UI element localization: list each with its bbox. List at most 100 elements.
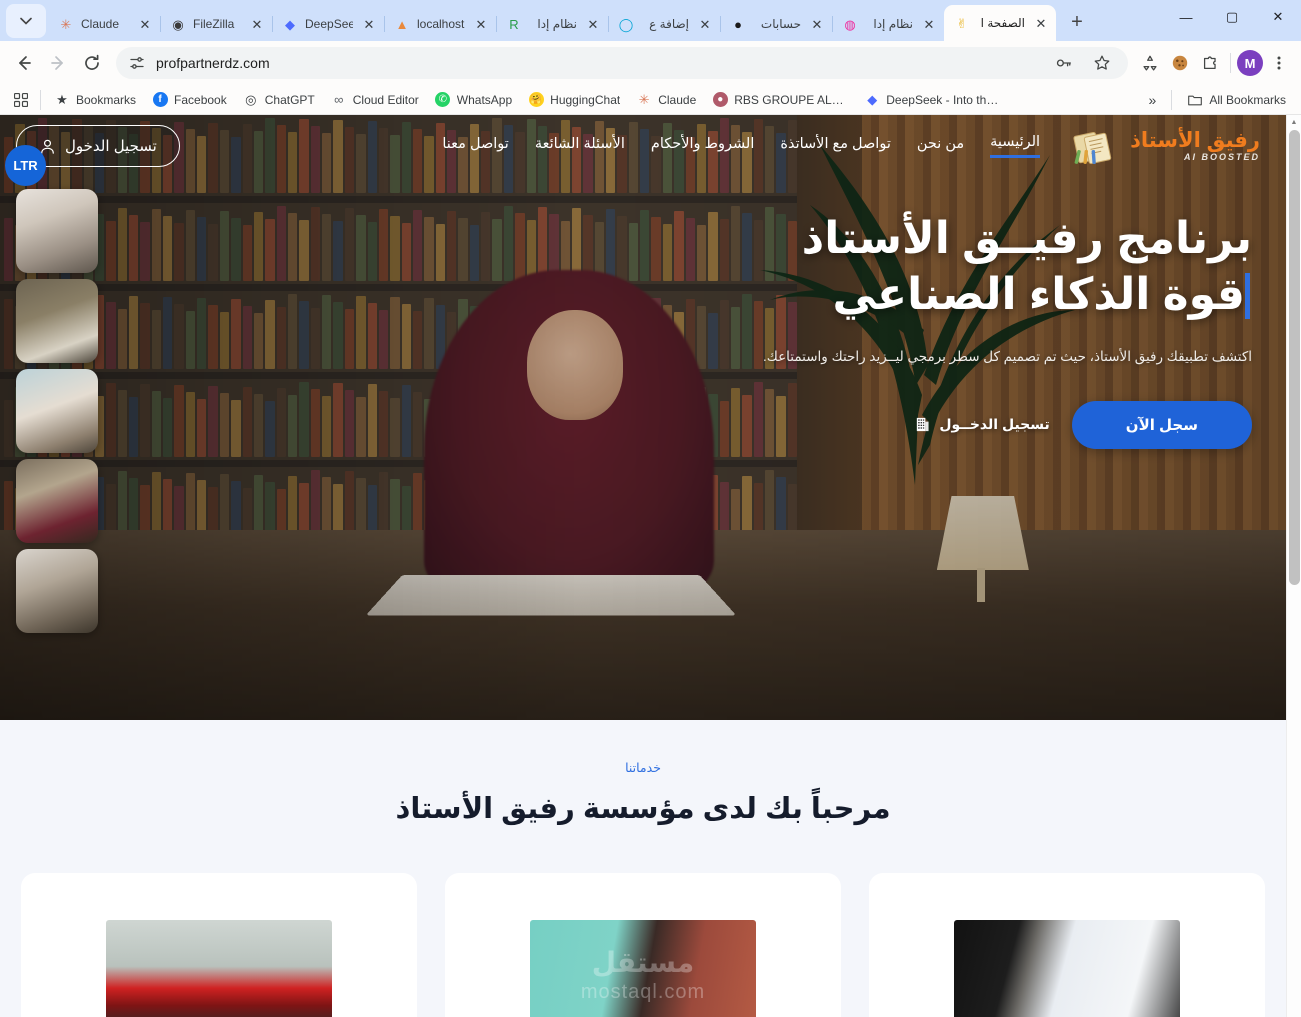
- url-text[interactable]: profpartnerdz.com: [156, 55, 270, 71]
- bookmark-label: WhatsApp: [456, 92, 513, 107]
- nav-link[interactable]: الأسئلة الشائعة: [535, 136, 625, 157]
- bookmark-item[interactable]: f Facebook: [145, 89, 234, 111]
- tab-close-button[interactable]: ✕: [136, 15, 154, 33]
- bookmarks-divider: [40, 89, 41, 110]
- all-bookmarks-button[interactable]: All Bookmarks: [1180, 89, 1293, 111]
- tab-close-button[interactable]: ✕: [472, 15, 490, 33]
- nav-link[interactable]: الشروط والأحكام: [651, 136, 755, 157]
- toolbar-divider: [1230, 53, 1231, 73]
- tab-search-button[interactable]: [6, 4, 46, 38]
- bookmark-item[interactable]: ✳ Claude: [629, 89, 703, 111]
- register-now-button[interactable]: سجل الآن: [1071, 400, 1252, 449]
- card-laptop[interactable]: [869, 873, 1265, 1017]
- minimize-button[interactable]: —: [1163, 0, 1209, 34]
- site-settings-icon[interactable]: [128, 54, 146, 72]
- logo-tagline: AI BOOSTED: [1183, 152, 1260, 162]
- bookmark-label: Facebook: [174, 92, 227, 107]
- forward-button[interactable]: [42, 47, 74, 79]
- scroll-up-button[interactable]: ▲: [1287, 115, 1301, 130]
- hero-login-button[interactable]: تسجيل الدخــول: [914, 416, 1050, 433]
- tab-close-button[interactable]: ✕: [1032, 14, 1050, 32]
- page-scrollbar[interactable]: ▲: [1286, 115, 1301, 1017]
- maximize-button[interactable]: ▢: [1209, 0, 1255, 34]
- scrollbar-thumb[interactable]: [1289, 130, 1300, 585]
- thumb-3[interactable]: [16, 369, 98, 453]
- browser-tab[interactable]: ◯ إضافة ع ✕: [608, 7, 720, 41]
- tab-close-button[interactable]: ✕: [920, 15, 938, 33]
- tab-title: Claude: [81, 17, 120, 31]
- thumb-5[interactable]: [16, 549, 98, 633]
- bookmark-star-icon[interactable]: [1088, 49, 1116, 77]
- tab-close-button[interactable]: ✕: [808, 15, 826, 33]
- tab-title: FileZilla: [193, 17, 235, 31]
- page-viewport: رفيق الأستاذ AI BOOSTED الرئيسية من نحن …: [0, 115, 1301, 1017]
- tune-icon: [130, 57, 144, 69]
- bookmark-item[interactable]: 🤗 HuggingChat: [521, 89, 627, 111]
- phpmyadmin-icon: ▲: [395, 16, 409, 32]
- browser-tab[interactable]: ◍ نظام إدا ✕: [832, 7, 944, 41]
- chatgpt-icon: ◎: [245, 91, 257, 107]
- extensions-button[interactable]: [1196, 49, 1224, 77]
- site-navbar: رفيق الأستاذ AI BOOSTED الرئيسية من نحن …: [0, 115, 1286, 177]
- deepseek-icon: ◆: [867, 91, 878, 107]
- nav-link[interactable]: تواصل معنا: [442, 136, 508, 157]
- chrome-menu-button[interactable]: [1265, 49, 1293, 77]
- nav-link[interactable]: تواصل مع الأساتذة: [780, 136, 891, 157]
- sync-icon-button[interactable]: [1136, 49, 1164, 77]
- bookmark-item[interactable]: ◆ DeepSeek - Into the…: [857, 89, 1007, 111]
- omnibox-actions: [1050, 49, 1116, 77]
- bookmark-item[interactable]: ✆ WhatsApp: [428, 89, 519, 111]
- bookmarks-divider-2: [1171, 89, 1173, 110]
- card-cyclist[interactable]: [21, 873, 417, 1017]
- browser-tab[interactable]: ✌ الصفحة ا ✕: [944, 5, 1056, 41]
- folder-glyph: [1188, 95, 1203, 105]
- cookie-icon-button[interactable]: [1166, 49, 1194, 77]
- card-portrait[interactable]: مستقل mostaql.com: [445, 873, 841, 1017]
- bookmark-item[interactable]: ★ Bookmarks: [47, 89, 143, 111]
- tab-title: نظام إدا: [537, 17, 577, 31]
- new-tab-button[interactable]: +: [1060, 5, 1094, 39]
- browser-tab[interactable]: ✳ Claude ✕: [48, 7, 160, 41]
- browser-tab[interactable]: ● حسابات ✕: [720, 7, 832, 41]
- browser-tab[interactable]: ◆ DeepSeek ✕: [272, 7, 384, 41]
- card-image: [106, 920, 332, 1017]
- back-button[interactable]: [8, 47, 40, 79]
- thumb-2[interactable]: [16, 279, 98, 363]
- close-window-button[interactable]: ✕: [1255, 0, 1301, 34]
- profile-avatar[interactable]: M: [1237, 50, 1263, 76]
- site-logo[interactable]: رفيق الأستاذ AI BOOSTED: [1070, 126, 1260, 166]
- nav-link[interactable]: من نحن: [917, 136, 964, 157]
- bookmark-item[interactable]: ◎ ChatGPT: [236, 89, 322, 111]
- link-icon: ∞: [334, 92, 344, 107]
- bookmarks-overflow-button[interactable]: »: [1142, 89, 1164, 111]
- tab-close-button[interactable]: ✕: [248, 15, 266, 33]
- thumb-4[interactable]: [16, 459, 98, 543]
- direction-toggle-badge[interactable]: LTR: [5, 145, 46, 186]
- thumb-1[interactable]: [16, 189, 98, 273]
- tab-title: localhost: [417, 17, 465, 31]
- back-arrow-icon: [19, 56, 31, 70]
- watermark-line2: mostaql.com: [580, 981, 706, 1003]
- browser-tab[interactable]: ▲ localhost ✕: [384, 7, 496, 41]
- watermark-line1: مستقل: [591, 947, 695, 978]
- browser-tab[interactable]: R نظام إدا ✕: [496, 7, 608, 41]
- tab-title: DeepSeek: [305, 17, 353, 31]
- tab-close-button[interactable]: ✕: [584, 15, 602, 33]
- window-controls: — ▢ ✕: [1163, 0, 1301, 41]
- bookmark-label: DeepSeek - Into the…: [886, 92, 1001, 107]
- bookmarks-bar: ★ Bookmarks f Facebook ◎ ChatGPT ∞ Cloud Editor…: [0, 85, 1301, 115]
- circle-icon: ◯: [618, 16, 634, 32]
- browser-window: ✳ Claude ✕ ◉ FileZilla ✕ ◆ DeepSeek ✕ ▲ localhost ✕…: [0, 0, 1301, 1017]
- apps-shortcut[interactable]: [8, 89, 34, 111]
- reload-button[interactable]: [76, 47, 108, 79]
- bookmark-item[interactable]: ∞ Cloud Editor: [324, 89, 426, 111]
- address-bar[interactable]: profpartnerdz.com: [116, 47, 1128, 79]
- browser-tab[interactable]: ◉ FileZilla ✕: [160, 7, 272, 41]
- nav-link[interactable]: الرئيسية: [990, 134, 1041, 158]
- logo-text: رفيق الأستاذ AI BOOSTED: [1130, 130, 1260, 162]
- tab-close-button[interactable]: ✕: [360, 15, 378, 33]
- bookmark-item[interactable]: ● RBS GROUPE ALGER…: [705, 89, 855, 111]
- tab-close-button[interactable]: ✕: [696, 15, 714, 33]
- save-password-icon[interactable]: [1050, 49, 1078, 77]
- nav-links: الرئيسية من نحن تواصل مع الأساتذة الشروط وا…: [442, 134, 1041, 158]
